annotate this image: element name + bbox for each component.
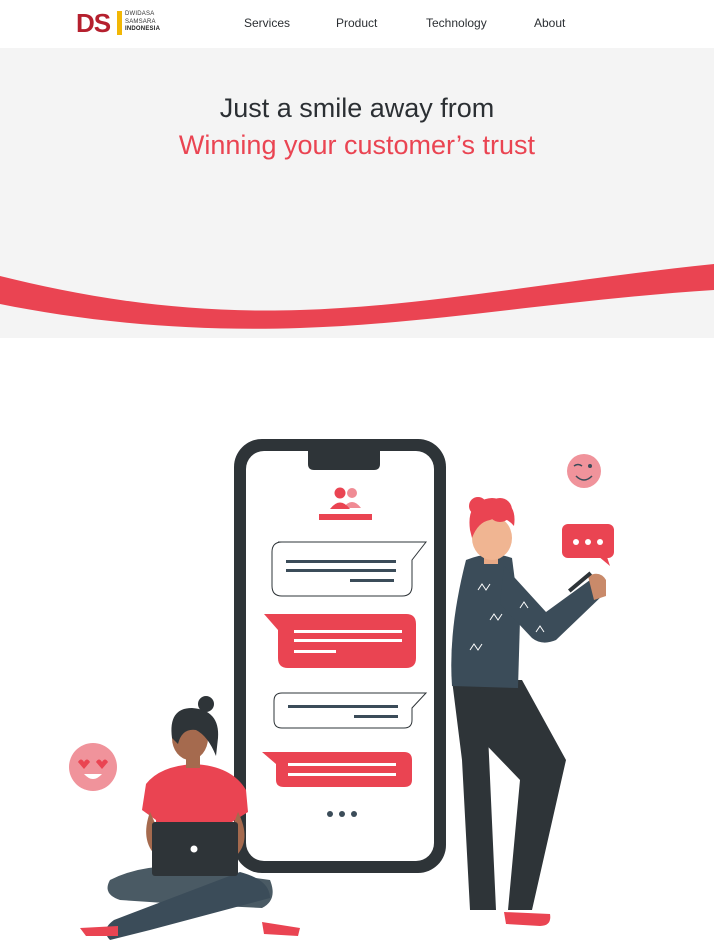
logo-line-1: DWIDASA	[125, 11, 155, 17]
logo-mark: DS	[76, 8, 111, 38]
logo-line-2: SAMSARA	[125, 18, 156, 25]
nav-product[interactable]: Product	[336, 16, 377, 30]
logo-line-3: INDONESIA	[125, 26, 161, 32]
brand-logo[interactable]: DS DWIDASA SAMSARA INDONESIA	[76, 9, 166, 37]
hero-wave-divider	[0, 240, 714, 329]
hero-heading: Just a smile away from	[219, 93, 495, 123]
chat-bubble-icon	[271, 541, 428, 597]
customer-chat-illustration	[69, 439, 614, 940]
chat-bubble-icon	[562, 524, 614, 566]
wink-emoji-icon	[567, 454, 601, 488]
nav-about[interactable]: About	[534, 16, 565, 30]
logo-text: DWIDASA SAMSARA INDONESIA	[125, 11, 160, 34]
hero-subheading: Winning your customer’s trust	[178, 130, 536, 160]
site-header: DS DWIDASA SAMSARA INDONESIA Services Pr…	[0, 0, 714, 48]
man-with-phone	[451, 497, 606, 926]
nav-technology[interactable]: Technology	[426, 16, 487, 30]
heart-eyes-emoji-icon	[69, 743, 117, 791]
logo-bar	[117, 11, 122, 35]
nav-services[interactable]: Services	[244, 16, 290, 30]
